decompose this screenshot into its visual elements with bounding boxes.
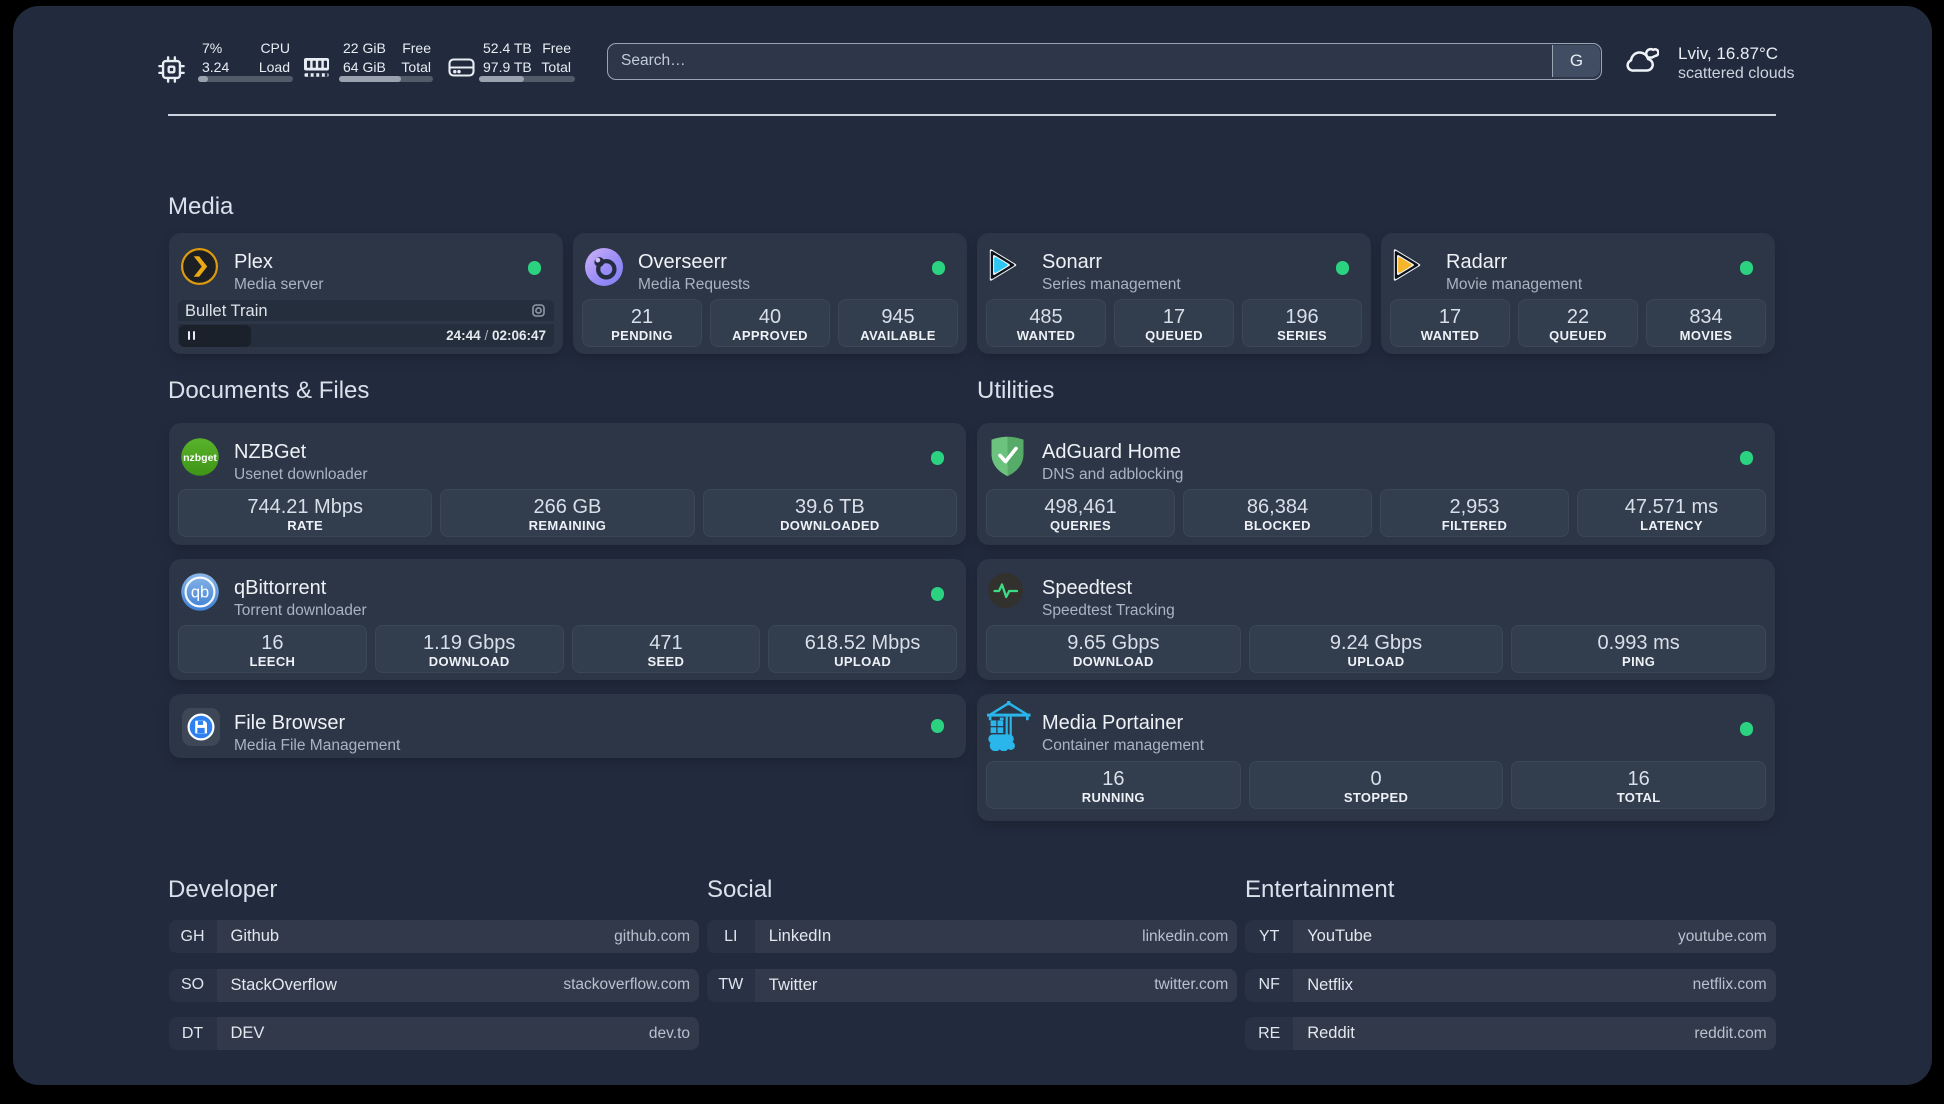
svg-text:nzbget: nzbget: [183, 452, 217, 464]
svg-text:qb: qb: [191, 584, 209, 602]
